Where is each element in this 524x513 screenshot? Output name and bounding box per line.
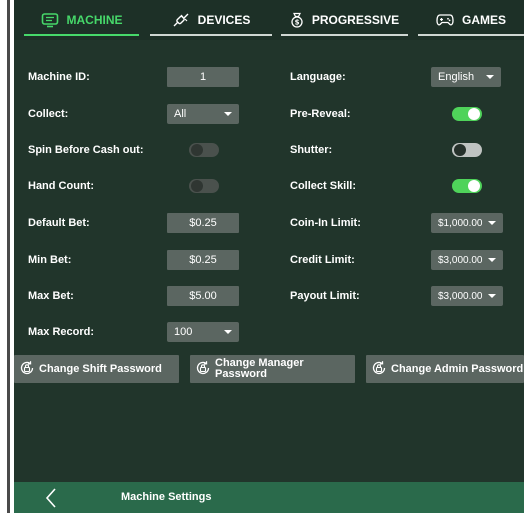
pre-reveal-label: Pre-Reveal: <box>290 108 351 120</box>
max-bet-field[interactable]: $5.00 <box>167 286 239 306</box>
credit-limit-select[interactable]: $3,000.00 <box>431 250 503 270</box>
default-bet-label: Default Bet: <box>28 217 90 229</box>
max-record-select[interactable]: 100 <box>167 322 239 342</box>
toggle-knob <box>454 144 466 156</box>
footer-bar: Machine Settings <box>14 482 524 513</box>
tab-machine[interactable]: MACHINE <box>24 6 139 36</box>
coin-in-limit-select[interactable]: $1,000.00 <box>431 213 503 233</box>
chevron-down-icon <box>224 112 232 116</box>
tab-progressive[interactable]: $ PROGRESSIVE <box>281 6 408 36</box>
machine-id-field[interactable]: 1 <box>167 67 239 87</box>
shutter-toggle[interactable] <box>452 143 482 157</box>
app-frame: MACHINE DEVICES $ PROGRESSIVE GAMES Mach… <box>0 0 524 513</box>
default-bet-field[interactable]: $0.25 <box>167 213 239 233</box>
lock-reset-icon <box>195 360 211 379</box>
pre-reveal-toggle[interactable] <box>452 107 482 121</box>
change-shift-password-button[interactable]: Change Shift Password <box>14 355 179 383</box>
hand-count-label: Hand Count: <box>28 180 94 192</box>
change-admin-password-label: Change Admin Password <box>391 363 524 375</box>
tab-machine-label: MACHINE <box>66 13 123 27</box>
tab-devices-label: DEVICES <box>197 13 251 27</box>
payout-limit-select[interactable]: $3,000.00 <box>431 286 503 306</box>
hand-count-toggle[interactable] <box>189 179 219 193</box>
change-manager-password-button[interactable]: Change Manager Password <box>190 355 355 383</box>
collect-select[interactable]: All <box>167 104 239 124</box>
gamepad-icon <box>436 13 454 27</box>
spin-before-cash-out-label: Spin Before Cash out: <box>28 144 144 156</box>
toggle-knob <box>468 180 480 192</box>
lock-reset-icon <box>371 360 387 379</box>
tab-devices[interactable]: DEVICES <box>150 6 272 36</box>
tab-bar: MACHINE DEVICES $ PROGRESSIVE GAMES <box>14 0 524 40</box>
change-shift-password-label: Change Shift Password <box>39 363 162 375</box>
chevron-down-icon <box>488 221 496 225</box>
collect-skill-toggle[interactable] <box>452 179 482 193</box>
payout-limit-value: $3,000.00 <box>438 290 483 302</box>
plug-icon <box>172 12 190 28</box>
min-bet-field[interactable]: $0.25 <box>167 250 239 270</box>
language-label: Language: <box>290 71 346 83</box>
change-admin-password-button[interactable]: Change Admin Password <box>366 355 524 383</box>
chevron-down-icon <box>488 258 496 262</box>
machine-id-label: Machine ID: <box>28 71 90 83</box>
language-select[interactable]: English <box>431 67 501 87</box>
max-bet-label: Max Bet: <box>28 290 74 302</box>
tab-progressive-label: PROGRESSIVE <box>311 13 400 27</box>
spin-before-cash-out-toggle[interactable] <box>189 143 219 157</box>
toggle-knob <box>191 180 203 192</box>
left-bezel <box>0 0 10 513</box>
toggle-knob <box>468 108 480 120</box>
lock-reset-icon <box>19 360 35 379</box>
credit-limit-label: Credit Limit: <box>290 254 355 266</box>
max-record-label: Max Record: <box>28 326 95 338</box>
tab-games[interactable]: GAMES <box>418 6 524 36</box>
back-arrow-icon[interactable] <box>42 487 62 509</box>
max-record-value: 100 <box>174 326 193 338</box>
min-bet-label: Min Bet: <box>28 254 72 266</box>
footer-title: Machine Settings <box>121 491 212 503</box>
change-manager-password-label: Change Manager Password <box>215 357 304 380</box>
shutter-label: Shutter: <box>290 144 333 156</box>
collect-value: All <box>174 108 187 120</box>
tab-games-label: GAMES <box>461 13 506 27</box>
credit-limit-value: $3,000.00 <box>438 254 483 266</box>
coin-in-limit-label: Coin-In Limit: <box>290 217 361 229</box>
settings-screen: MACHINE DEVICES $ PROGRESSIVE GAMES Mach… <box>14 0 524 513</box>
payout-limit-label: Payout Limit: <box>290 290 360 302</box>
coin-bag-icon: $ <box>290 12 304 28</box>
toggle-knob <box>191 144 203 156</box>
chevron-down-icon <box>488 294 496 298</box>
language-value: English <box>438 71 475 83</box>
collect-skill-label: Collect Skill: <box>290 180 357 192</box>
chevron-down-icon <box>486 75 494 79</box>
svg-text:$: $ <box>294 19 299 27</box>
coin-in-limit-value: $1,000.00 <box>438 217 483 229</box>
monitor-icon <box>41 12 59 28</box>
collect-label: Collect: <box>28 108 69 120</box>
chevron-down-icon <box>224 330 232 334</box>
